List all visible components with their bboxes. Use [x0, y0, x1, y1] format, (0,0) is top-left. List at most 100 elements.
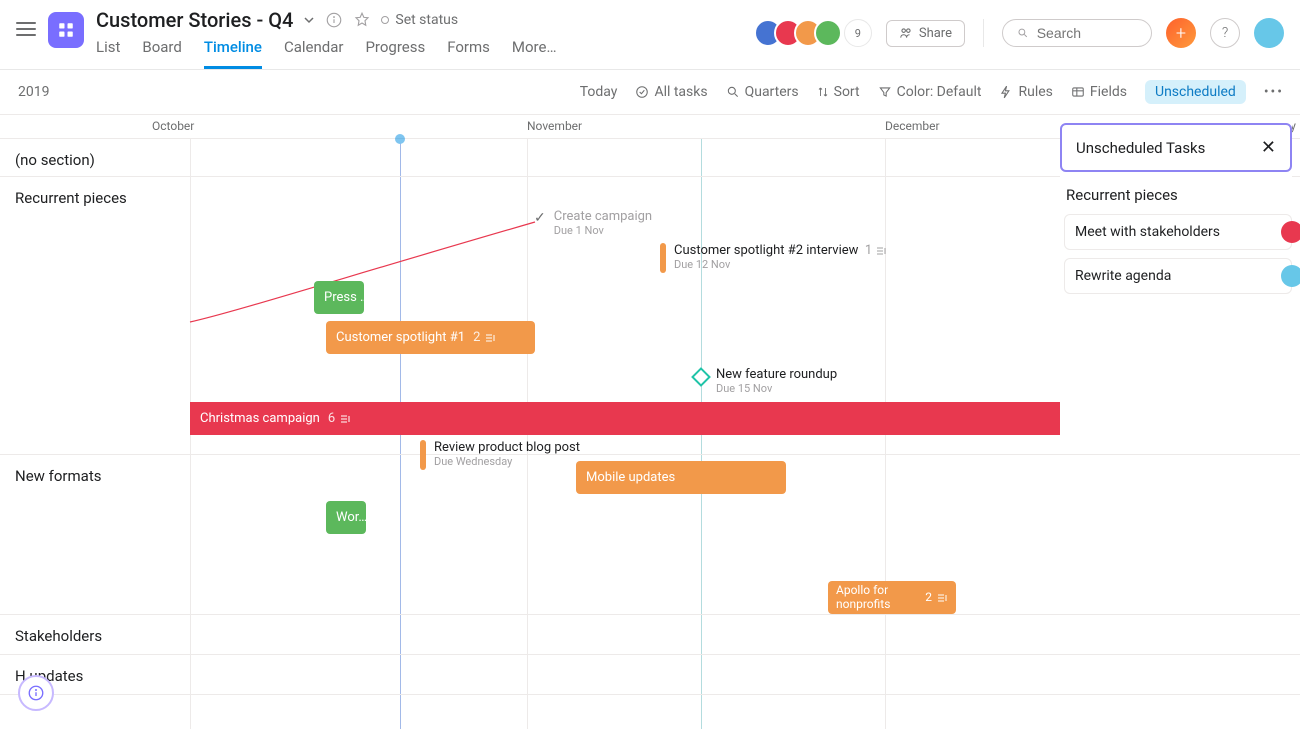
set-status-button[interactable]: Set status [381, 12, 458, 28]
subtask-icon [484, 332, 496, 344]
panel-title: Unscheduled Tasks [1076, 139, 1205, 157]
zoom-button[interactable]: Quarters [726, 84, 799, 100]
all-tasks-button[interactable]: All tasks [635, 84, 707, 100]
task-apollo[interactable]: Apollo for nonprofits 2 [828, 581, 956, 614]
project-title[interactable]: Customer Stories - Q4 [96, 8, 293, 32]
member-avatars[interactable]: 9 [762, 19, 872, 47]
subtask-icon [936, 592, 948, 604]
more-menu[interactable]: ••• [1264, 84, 1284, 100]
task-spotlight1[interactable]: Customer spotlight #1 2 [326, 321, 535, 354]
tab-list[interactable]: List [96, 38, 120, 69]
add-button[interactable]: + [1166, 18, 1196, 48]
rules-label: Rules [1018, 84, 1052, 100]
milestone-due: Due 12 Nov [674, 258, 887, 271]
task-christmas[interactable]: Christmas campaign 6 [190, 402, 1060, 435]
tab-calendar[interactable]: Calendar [284, 38, 344, 69]
section-recurrent[interactable]: Recurrent pieces [15, 189, 127, 207]
color-label: Color: Default [897, 84, 982, 100]
diamond-icon [691, 367, 711, 387]
subtask-icon [339, 413, 351, 425]
task-create-campaign[interactable]: ✓ Create campaign Due 1 Nov [534, 209, 652, 237]
menu-toggle[interactable] [16, 8, 36, 36]
avatar [1281, 265, 1300, 287]
task-mobile[interactable]: Mobile updates [576, 461, 786, 494]
color-button[interactable]: Color: Default [878, 84, 982, 100]
zoom-icon [726, 85, 740, 99]
search-input[interactable] [1002, 19, 1152, 47]
panel-header: Unscheduled Tasks ✕ [1060, 123, 1292, 172]
today-button[interactable]: Today [580, 84, 618, 100]
task-spotlight2[interactable]: Customer spotlight #2 interview 1 Due 12… [660, 243, 887, 273]
rules-button[interactable]: Rules [999, 84, 1052, 100]
fields-button[interactable]: Fields [1071, 84, 1127, 100]
bar-icon [420, 440, 426, 470]
milestone-title: Review product blog post [434, 440, 580, 455]
sort-icon [817, 86, 829, 98]
project-icon[interactable] [48, 12, 84, 48]
task-label: Mobile updates [586, 470, 675, 485]
tab-progress[interactable]: Progress [365, 38, 425, 69]
milestone-due: Due 1 Nov [554, 224, 652, 237]
task-work[interactable]: Wor… [326, 501, 366, 534]
lightning-icon [999, 85, 1013, 99]
user-avatar[interactable] [1254, 18, 1284, 48]
star-icon[interactable] [353, 11, 371, 29]
search-field[interactable] [1037, 25, 1137, 41]
fields-icon [1071, 85, 1085, 99]
tab-more[interactable]: More… [512, 38, 557, 69]
task-press[interactable]: Press … [314, 281, 364, 314]
milestone-due: Due Wednesday [434, 455, 580, 468]
info-bubble-button[interactable] [18, 675, 54, 711]
status-dot-icon [381, 16, 389, 24]
share-label: Share [919, 26, 952, 41]
set-status-label: Set status [395, 12, 458, 28]
info-icon [27, 684, 45, 702]
all-tasks-label: All tasks [654, 84, 707, 100]
month-december: December [885, 119, 940, 133]
share-button[interactable]: Share [886, 20, 965, 47]
card-label: Rewrite agenda [1075, 268, 1171, 284]
milestone-due: Due 15 Nov [716, 382, 837, 395]
chevron-down-icon[interactable] [303, 14, 315, 26]
unscheduled-card[interactable]: Meet with stakeholders [1064, 214, 1292, 250]
task-label: Christmas campaign [200, 411, 320, 426]
section-stakeholders[interactable]: Stakeholders [15, 627, 102, 645]
filter-icon [878, 85, 892, 99]
help-button[interactable]: ? [1210, 18, 1240, 48]
close-icon[interactable]: ✕ [1261, 137, 1276, 158]
task-label: Press … [324, 290, 364, 305]
check-icon: ✓ [534, 210, 546, 226]
task-label: Customer spotlight #1 [336, 330, 465, 345]
avatar [1281, 221, 1300, 243]
milestone-title: Customer spotlight #2 interview 1 [674, 243, 887, 258]
unscheduled-button[interactable]: Unscheduled [1145, 80, 1246, 104]
task-count: 2 [473, 330, 480, 345]
card-label: Meet with stakeholders [1075, 224, 1220, 240]
month-november: November [527, 119, 582, 133]
task-feature-roundup[interactable]: New feature roundup Due 15 Nov [694, 367, 837, 395]
unscheduled-panel: Unscheduled Tasks ✕ Recurrent pieces Mee… [1060, 115, 1292, 302]
tab-board[interactable]: Board [142, 38, 181, 69]
section-none[interactable]: (no section) [15, 151, 95, 169]
tab-forms[interactable]: Forms [447, 38, 490, 69]
dependency-line [185, 217, 545, 327]
task-review-blog[interactable]: Review product blog post Due Wednesday [420, 440, 580, 470]
panel-section-title: Recurrent pieces [1060, 182, 1292, 214]
section-newformats[interactable]: New formats [15, 467, 101, 485]
tab-timeline[interactable]: Timeline [204, 38, 262, 69]
sort-label: Sort [834, 84, 860, 100]
check-circle-icon [635, 85, 649, 99]
zoom-label: Quarters [745, 84, 799, 100]
bar-icon [660, 243, 666, 273]
task-label: Apollo for nonprofits [836, 584, 925, 610]
task-label: Wor… [336, 510, 366, 525]
year-label: 2019 [16, 84, 49, 100]
sort-button[interactable]: Sort [817, 84, 860, 100]
milestone-title: Create campaign [554, 209, 652, 224]
info-icon[interactable] [325, 11, 343, 29]
month-october: October [152, 119, 194, 133]
task-count: 2 [925, 591, 932, 604]
avatar [814, 19, 842, 47]
task-count: 6 [328, 411, 335, 426]
unscheduled-card[interactable]: Rewrite agenda [1064, 258, 1292, 294]
